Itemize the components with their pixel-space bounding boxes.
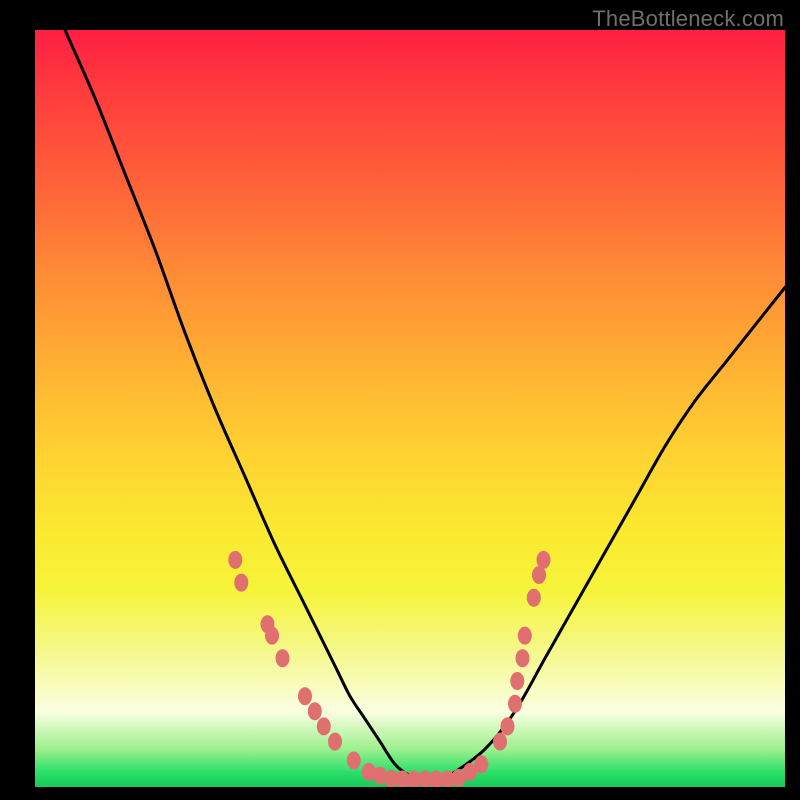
curve-marker [527,589,541,607]
bottleneck-curve [65,30,785,780]
curve-marker [518,627,532,645]
curve-marker [265,627,279,645]
curve-markers [228,551,550,787]
curve-marker [501,717,515,735]
curve-marker [537,551,551,569]
chart-svg [35,30,785,787]
curve-marker [228,551,242,569]
curve-marker [298,687,312,705]
curve-marker [493,733,507,751]
plot-area [35,30,785,787]
curve-marker [276,649,290,667]
outer-frame: TheBottleneck.com [0,0,800,800]
curve-marker [516,649,530,667]
curve-marker [474,755,488,773]
curve-marker [510,672,524,690]
curve-marker [317,717,331,735]
curve-marker [308,702,322,720]
watermark-text: TheBottleneck.com [592,6,784,32]
curve-marker [347,752,361,770]
curve-marker [508,695,522,713]
curve-marker [234,574,248,592]
curve-marker [328,733,342,751]
